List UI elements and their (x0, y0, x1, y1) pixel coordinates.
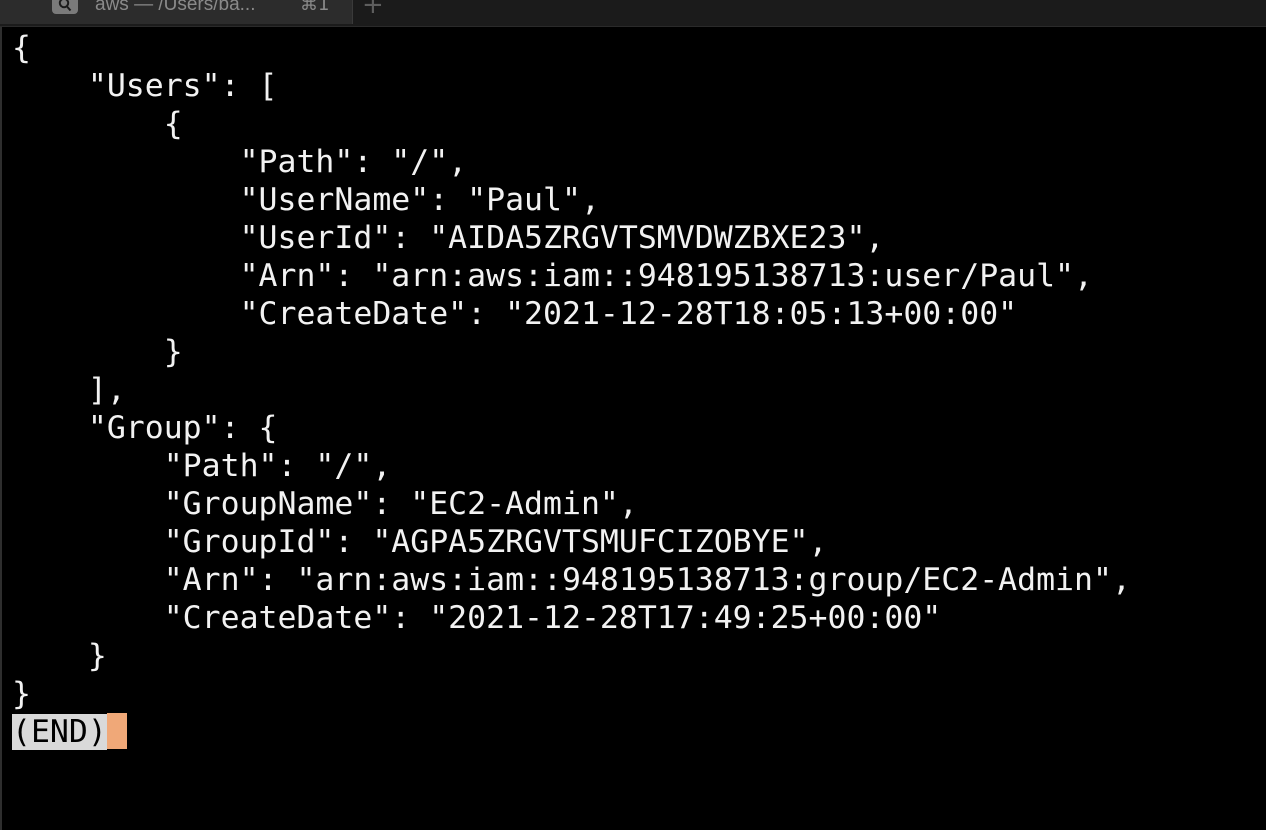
terminal-line: "Users": [ (12, 68, 278, 104)
terminal-output[interactable]: { "Users": [ { "Path": "/", "UserName": … (12, 29, 1131, 751)
terminal-line: "Path": "/", (12, 448, 392, 484)
terminal-window: aws — /Users/ba... ⌘1 + { "Users": [ { "… (0, 0, 1266, 830)
terminal-line: { (12, 30, 31, 66)
tab-bar: aws — /Users/ba... ⌘1 + (0, 0, 1266, 27)
tab-shortcut: ⌘1 (300, 0, 330, 15)
terminal-line: "Group": { (12, 410, 278, 446)
end-marker: (END) (12, 714, 107, 750)
cursor (106, 713, 127, 749)
terminal-line: "Path": "/", (12, 144, 468, 180)
window-border (0, 27, 2, 830)
terminal-line: "UserName": "Paul", (12, 182, 600, 218)
terminal-line: { (12, 106, 183, 142)
new-tab-button[interactable]: + (362, 0, 384, 18)
terminal-line: "Arn": "arn:aws:iam::948195138713:user/P… (12, 258, 1093, 294)
tab-aws[interactable]: aws — /Users/ba... ⌘1 (0, 0, 353, 24)
terminal-line: ], (12, 372, 126, 408)
terminal-line: "GroupId": "AGPA5ZRGVTSMUFCIZOBYE", (12, 524, 828, 560)
tab-title: aws — /Users/ba... (95, 0, 256, 15)
terminal-line: } (12, 638, 107, 674)
terminal-line: } (12, 334, 183, 370)
terminal-line: } (12, 676, 31, 712)
pager-status-line: (END) (12, 713, 1131, 751)
terminal-line: "CreateDate": "2021-12-28T18:05:13+00:00… (12, 296, 1018, 332)
terminal-line: "CreateDate": "2021-12-28T17:49:25+00:00… (12, 600, 942, 636)
search-icon[interactable] (52, 0, 78, 14)
terminal-line: "Arn": "arn:aws:iam::948195138713:group/… (12, 562, 1131, 598)
terminal-line: "UserId": "AIDA5ZRGVTSMVDWZBXE23", (12, 220, 885, 256)
terminal-line: "GroupName": "EC2-Admin", (12, 486, 638, 522)
